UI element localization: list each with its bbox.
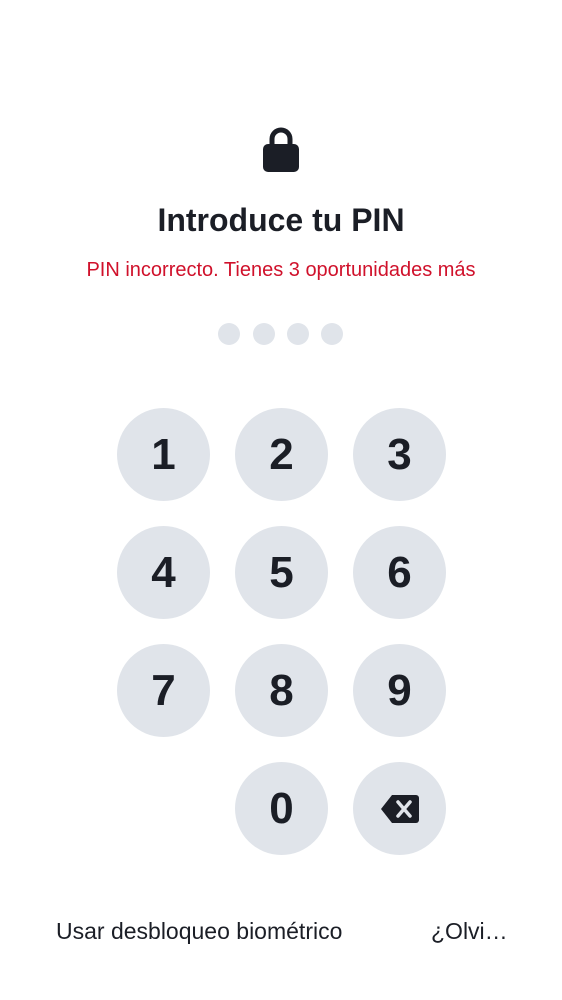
forgot-pin-button[interactable]: ¿Olvi… <box>431 914 508 948</box>
backspace-button[interactable] <box>353 762 446 855</box>
backspace-icon <box>380 794 419 823</box>
pin-dot <box>218 323 240 345</box>
biometric-unlock-button[interactable]: Usar desbloqueo biométrico <box>56 914 342 948</box>
key-6[interactable]: 6 <box>353 526 446 619</box>
pin-dot <box>287 323 309 345</box>
key-2[interactable]: 2 <box>235 408 328 501</box>
pin-dot <box>253 323 275 345</box>
key-3[interactable]: 3 <box>353 408 446 501</box>
key-0[interactable]: 0 <box>235 762 328 855</box>
key-8[interactable]: 8 <box>235 644 328 737</box>
key-9[interactable]: 9 <box>353 644 446 737</box>
pin-indicator <box>218 323 346 345</box>
key-5[interactable]: 5 <box>235 526 328 619</box>
lock-icon <box>263 127 299 172</box>
key-7[interactable]: 7 <box>117 644 210 737</box>
page-title: Introduce tu PIN <box>157 202 405 238</box>
error-message: PIN incorrecto. Tienes 3 oportunidades m… <box>86 259 476 281</box>
key-4[interactable]: 4 <box>117 526 210 619</box>
pin-dot <box>321 323 343 345</box>
key-1[interactable]: 1 <box>117 408 210 501</box>
